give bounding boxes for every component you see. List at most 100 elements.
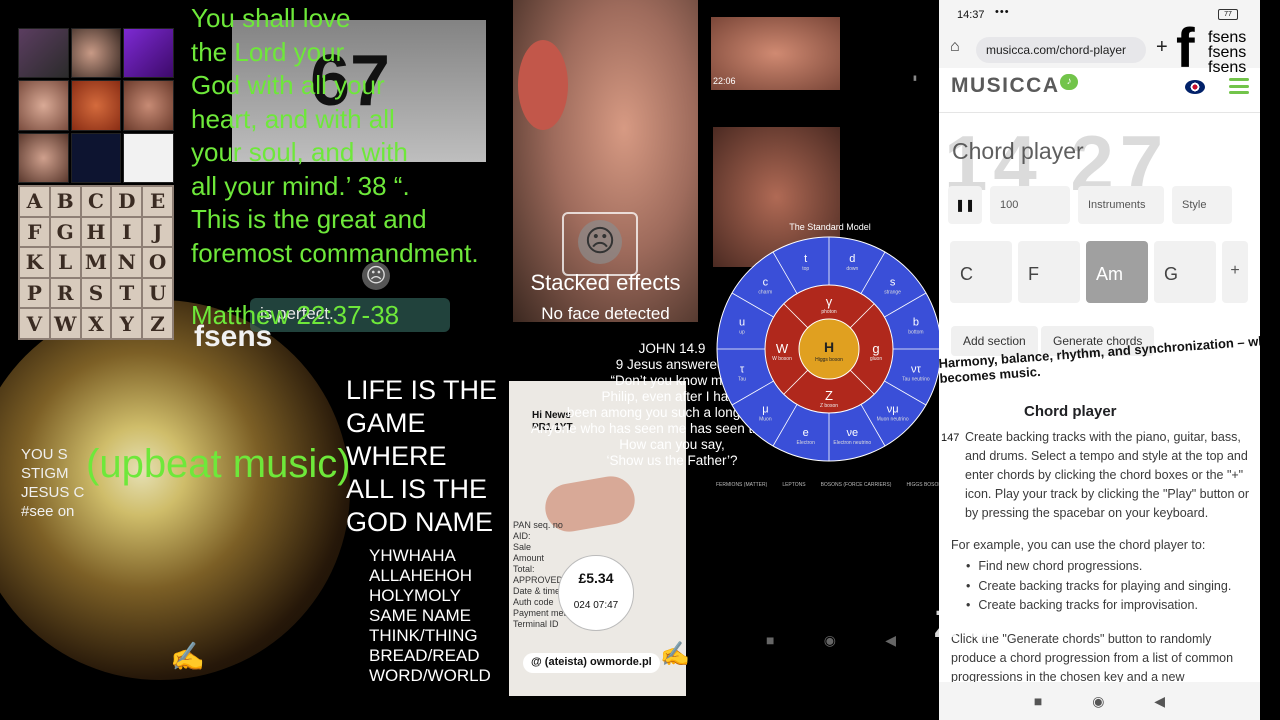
battery-icon: 77 bbox=[1218, 9, 1238, 20]
thumbnail bbox=[18, 132, 69, 183]
chord-boxes: C F Am G + bbox=[950, 241, 1248, 303]
alphabet-letter: P bbox=[20, 278, 49, 308]
alphabet-letter: C bbox=[81, 187, 111, 216]
recents-icon[interactable]: ■ bbox=[1034, 693, 1042, 709]
fermion-symbol: u bbox=[739, 317, 745, 329]
home-button-icon[interactable]: ◉ bbox=[1092, 693, 1104, 710]
add-chord-button[interactable]: + bbox=[1222, 241, 1248, 303]
sad-face-icon: ☹ bbox=[362, 262, 390, 290]
home-icon[interactable]: ⌂ bbox=[950, 38, 966, 55]
pause-button[interactable]: ❚❚ bbox=[948, 186, 982, 224]
thumbnail bbox=[70, 80, 122, 131]
boson-symbol: γ bbox=[826, 294, 833, 309]
alphabet-letter: A bbox=[20, 187, 49, 216]
new-tab-button[interactable]: + bbox=[1156, 36, 1168, 59]
status-bar: 14:37 ••• 77 bbox=[939, 0, 1260, 30]
higgs-name: Higgs boson bbox=[815, 357, 843, 363]
chord-box[interactable]: G bbox=[1154, 241, 1216, 303]
fermion-symbol: νe bbox=[846, 427, 858, 439]
skin-closeup-video: 22:06 bbox=[711, 17, 840, 90]
status-marker: ▮ bbox=[913, 75, 917, 82]
boson-name: Z boson bbox=[820, 403, 838, 409]
phone-nav-bar: ■ ◉ ◀ bbox=[939, 682, 1260, 720]
alphabet-letter: Z bbox=[143, 309, 172, 338]
watermark-line: fsens bbox=[1208, 59, 1247, 76]
verse-line: God with all your bbox=[191, 70, 385, 100]
alphabet-letter: M bbox=[81, 248, 111, 277]
alphabet-letter: S bbox=[81, 278, 111, 308]
menu-icon[interactable] bbox=[1229, 78, 1249, 94]
life-line: GOD NAME bbox=[346, 507, 494, 537]
alphabet-letter: J bbox=[143, 217, 172, 247]
musicca-logo[interactable]: MUSICCA bbox=[951, 74, 1060, 98]
alphabet-letter: V bbox=[20, 309, 49, 338]
ear-shape bbox=[518, 40, 568, 130]
fermion-name: Electron neutrino bbox=[833, 440, 871, 446]
verse-line: the Lord your bbox=[191, 36, 345, 67]
alphabet-letter: R bbox=[50, 278, 80, 308]
list-item: Find new chord progressions. bbox=[966, 557, 1256, 577]
standard-model-title: The Standard Model bbox=[789, 222, 871, 232]
page-title: Chord player bbox=[952, 138, 1084, 164]
fermion-symbol: τ bbox=[740, 363, 745, 375]
alphabet-letter: K bbox=[20, 248, 49, 277]
fermion-symbol: e bbox=[803, 427, 809, 439]
back-icon[interactable]: ◀ bbox=[1154, 693, 1165, 710]
name-item: YHWHAHA bbox=[369, 546, 456, 565]
life-line: LIFE IS THE bbox=[346, 375, 498, 405]
fermion-name: Tau neutrino bbox=[902, 376, 930, 382]
fermion-name: Muon bbox=[759, 417, 772, 423]
legend-item: LEPTONS bbox=[782, 482, 806, 488]
fermion-symbol: b bbox=[913, 317, 919, 329]
boson-name: gluon bbox=[870, 356, 882, 362]
signature-scribble: ✍ bbox=[660, 641, 690, 668]
receipt-field: PAN seq. no bbox=[513, 520, 563, 530]
higgs-symbol: H bbox=[824, 339, 834, 355]
fermion-name: bottom bbox=[908, 330, 923, 336]
alphabet-letter: O bbox=[143, 248, 172, 277]
alphabet-letter: G bbox=[50, 217, 80, 247]
chord-box[interactable]: F bbox=[1018, 241, 1080, 303]
watermark-line: fsens bbox=[1208, 44, 1247, 61]
thumbnail bbox=[18, 28, 69, 79]
fermion-symbol: s bbox=[890, 276, 896, 288]
fermion-name: Muon neutrino bbox=[877, 417, 909, 423]
verse-line: You shall love bbox=[191, 3, 351, 33]
alphabet-letter: L bbox=[50, 248, 80, 277]
verse-line: This is the great and bbox=[191, 204, 427, 234]
tempo-select[interactable]: 100 bbox=[990, 186, 1070, 224]
video-nav-buttons: ■ ◉ ◀ bbox=[766, 632, 896, 649]
chord-box[interactable]: C bbox=[950, 241, 1012, 303]
boson-symbol: Z bbox=[825, 388, 833, 403]
alphabet-chart: ABCDE FGHIJ KLMNO PRSTU VWXYZ bbox=[18, 185, 174, 340]
status-dots: ••• bbox=[995, 6, 1010, 18]
name-item: ALLAHEHOH bbox=[369, 566, 472, 585]
chord-box-active[interactable]: Am bbox=[1086, 241, 1148, 303]
style-select[interactable]: Style bbox=[1172, 186, 1232, 224]
fsens-watermark: fsens fsens fsens bbox=[1208, 29, 1247, 76]
thumbnail bbox=[70, 132, 122, 183]
fermion-name: Electron bbox=[797, 440, 816, 446]
back-icon[interactable]: ◀ bbox=[885, 632, 896, 649]
uk-flag-icon[interactable] bbox=[1185, 80, 1205, 94]
fermion-symbol: t bbox=[804, 253, 807, 265]
user-tag[interactable]: @ (ateista) owmorde.pl bbox=[523, 653, 660, 673]
square-icon[interactable]: ■ bbox=[766, 632, 774, 649]
fermion-name: up bbox=[739, 330, 745, 336]
url-bar[interactable]: musicca.com/chord-player bbox=[976, 37, 1146, 63]
caption-line: JESUS C bbox=[21, 484, 85, 501]
fermion-name: Tau bbox=[738, 376, 746, 382]
alphabet-letter: W bbox=[50, 309, 80, 338]
name-item: BREAD/READ bbox=[369, 646, 480, 665]
alphabet-letter: H bbox=[81, 217, 111, 247]
instrument-select[interactable]: Instruments bbox=[1078, 186, 1164, 224]
boson-symbol: W bbox=[776, 341, 789, 356]
verse-text: You shall love the Lord your God with al… bbox=[191, 2, 511, 270]
watermark-line: fsens bbox=[1208, 29, 1247, 46]
life-line: WHERE bbox=[346, 441, 447, 471]
circle-icon[interactable]: ◉ bbox=[824, 632, 836, 649]
music-note-icon: ♪ bbox=[1060, 74, 1078, 90]
caption-line: YOU S bbox=[21, 446, 68, 463]
header-divider bbox=[939, 112, 1260, 113]
thumbnail bbox=[18, 80, 69, 131]
